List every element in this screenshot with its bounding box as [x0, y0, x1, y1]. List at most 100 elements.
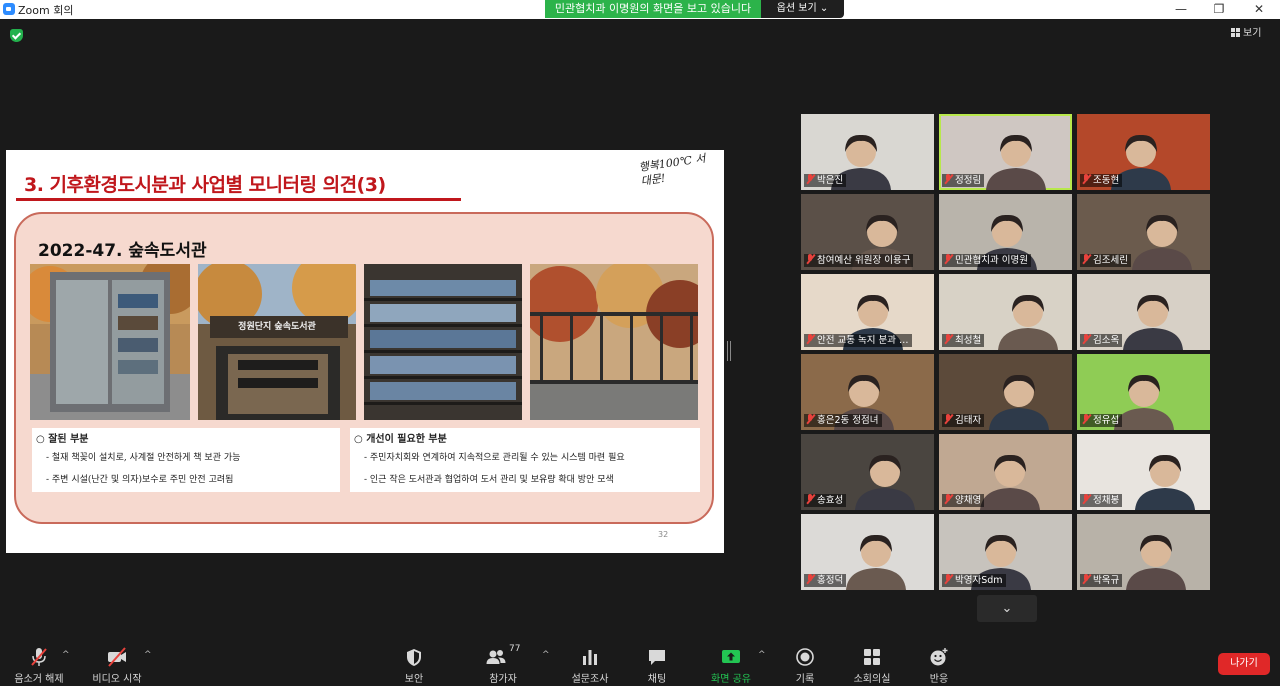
participant-name-label: 김태자	[942, 414, 985, 427]
muted-mic-icon	[806, 414, 815, 424]
participant-video-tile[interactable]: 홍정덕	[801, 514, 934, 590]
polls-label: 설문조사	[571, 674, 609, 685]
participant-video-tile[interactable]: 박옥규	[1077, 514, 1210, 590]
video-off-icon	[108, 647, 126, 667]
participant-name: 참여예산 위원장 이용구	[817, 255, 911, 266]
participants-button[interactable]: 77 참가자	[480, 640, 526, 686]
minimize-button[interactable]: —	[1166, 0, 1196, 19]
slide-page-number: 32	[658, 530, 669, 539]
muted-mic-icon	[944, 494, 953, 504]
photo-library-booth: 정원단지 숲속도서관	[198, 264, 356, 420]
participant-video-tile[interactable]: 참여예산 위원장 이용구	[801, 194, 934, 270]
view-options-button[interactable]: 옵션 보기 ⌄	[761, 0, 844, 18]
share-screen-label: 화면 공유	[711, 674, 751, 685]
participant-video-tile[interactable]: 조동현	[1077, 114, 1210, 190]
start-video-label: 비디오 시작	[92, 674, 142, 685]
muted-mic-icon	[806, 334, 815, 344]
share-options-caret[interactable]: ^	[758, 650, 766, 660]
participant-video-tile[interactable]: 송효성	[801, 434, 934, 510]
muted-mic-icon	[1082, 334, 1091, 344]
screen-share-banner: 민관협치과 이명원의 화면을 보고 있습니다	[545, 0, 761, 18]
record-icon	[796, 648, 814, 666]
participant-video-tile[interactable]: 정유섭	[1077, 354, 1210, 430]
participant-video-tile[interactable]: 홍은2동 정점녀	[801, 354, 934, 430]
gallery-scroll-down-button[interactable]: ⌄	[977, 595, 1037, 622]
participants-options-caret[interactable]: ^	[542, 650, 550, 660]
participant-video-tile[interactable]: 민관협치과 이명원	[939, 194, 1072, 270]
record-label: 기록	[795, 674, 815, 685]
view-layout-button[interactable]: 보기	[1231, 25, 1261, 43]
participant-video-tile[interactable]: 박은진	[801, 114, 934, 190]
participants-label: 참가자	[489, 674, 517, 685]
participant-name: 송효성	[817, 495, 844, 506]
muted-mic-icon	[806, 254, 815, 264]
participant-name-label: 최성철	[942, 334, 985, 347]
participant-name-label: 민관협치과 이명원	[942, 254, 1031, 267]
chat-bubble-icon	[649, 650, 665, 665]
chat-button[interactable]: 채팅	[636, 640, 678, 686]
shield-check-icon[interactable]	[10, 29, 23, 42]
split-view-handle[interactable]	[727, 341, 731, 361]
participant-video-tile[interactable]: 김태자	[939, 354, 1072, 430]
muted-mic-icon	[1082, 174, 1091, 184]
share-screen-button[interactable]: 화면 공유	[704, 640, 758, 686]
title-underline	[16, 198, 461, 201]
participant-name: 김태자	[955, 415, 982, 426]
photo-deck-railing	[530, 264, 698, 420]
participant-video-tile[interactable]: 박영자Sdm	[939, 514, 1072, 590]
participant-video-tile[interactable]: 정정림	[939, 114, 1072, 190]
reactions-button[interactable]: 반응	[918, 640, 960, 686]
muted-mic-icon	[944, 254, 953, 264]
record-button[interactable]: 기록	[784, 640, 826, 686]
close-button[interactable]: ✕	[1244, 0, 1274, 19]
meeting-toolbar: 음소거 해제 ^ 비디오 시작 ^ 보안 77 참가자 ^ 설문조사 채팅 화면…	[0, 640, 1280, 686]
participant-video-tile[interactable]: 김조세린	[1077, 194, 1210, 270]
good-point-item: - 주변 시설(난간 및 의자)보수로 주민 안전 고려됨	[46, 475, 234, 485]
participant-name-label: 박영자Sdm	[942, 574, 1006, 587]
improvement-item: - 주민자치회와 연계하여 지속적으로 관리될 수 있는 시스템 마련 필요	[364, 453, 625, 463]
participant-video-tile[interactable]: 김소옥	[1077, 274, 1210, 350]
good-point-item: - 철재 책꽂이 설치로, 사계절 안전하게 책 보관 가능	[46, 453, 241, 463]
good-points-box: ○ 잘된 부분 - 철재 책꽂이 설치로, 사계절 안전하게 책 보관 가능 -…	[32, 428, 340, 492]
participant-name: 최성철	[955, 335, 982, 346]
participant-name: 홍정덕	[817, 575, 844, 586]
participant-name: 정채봉	[1093, 495, 1120, 506]
participant-name: 김소옥	[1093, 335, 1120, 346]
muted-mic-icon	[1082, 574, 1091, 584]
muted-mic-icon	[944, 334, 953, 344]
unmute-label: 음소거 해제	[14, 674, 64, 685]
security-label: 보안	[404, 674, 424, 685]
participant-video-tile[interactable]: 안전 교통 녹지 분과 …	[801, 274, 934, 350]
polls-button[interactable]: 설문조사	[566, 640, 614, 686]
muted-mic-icon	[944, 174, 953, 184]
muted-mic-icon	[1082, 414, 1091, 424]
slogan-logo: 행복100℃ 서대문!	[637, 151, 707, 188]
good-points-title: ○ 잘된 부분	[36, 434, 89, 445]
leave-meeting-button[interactable]: 나가기	[1218, 653, 1270, 675]
participant-video-tile[interactable]: 최성철	[939, 274, 1072, 350]
participant-name-label: 송효성	[804, 494, 847, 507]
share-screen-icon	[722, 650, 740, 663]
participant-video-tile[interactable]: 양채영	[939, 434, 1072, 510]
participant-name: 박옥규	[1093, 575, 1120, 586]
participants-icon	[486, 650, 506, 664]
video-options-caret[interactable]: ^	[144, 650, 152, 660]
participant-name-label: 양채영	[942, 494, 985, 507]
maximize-button[interactable]: ❐	[1204, 0, 1234, 19]
unmute-button[interactable]: 음소거 해제	[10, 640, 68, 686]
participant-name-label: 안전 교통 녹지 분과 …	[804, 334, 912, 347]
participant-name-label: 조동현	[1080, 174, 1123, 187]
audio-options-caret[interactable]: ^	[62, 650, 70, 660]
breakout-rooms-button[interactable]: 소회의실	[848, 640, 896, 686]
participant-name-label: 정유섭	[1080, 414, 1123, 427]
improvement-item: - 인근 작은 도서관과 협업하여 도서 관리 및 보유량 확대 방안 모색	[364, 475, 614, 485]
participant-name: 민관협치과 이명원	[955, 255, 1028, 266]
breakout-rooms-label: 소회의실	[853, 674, 891, 685]
participant-video-tile[interactable]: 정채봉	[1077, 434, 1210, 510]
improvement-box: ○ 개선이 필요한 부분 - 주민자치회와 연계하여 지속적으로 관리될 수 있…	[350, 428, 700, 492]
participant-name: 정유섭	[1093, 415, 1120, 426]
start-video-button[interactable]: 비디오 시작	[88, 640, 146, 686]
security-button[interactable]: 보안	[393, 640, 435, 686]
muted-mic-icon	[806, 494, 815, 504]
participant-name-label: 박은진	[804, 174, 847, 187]
